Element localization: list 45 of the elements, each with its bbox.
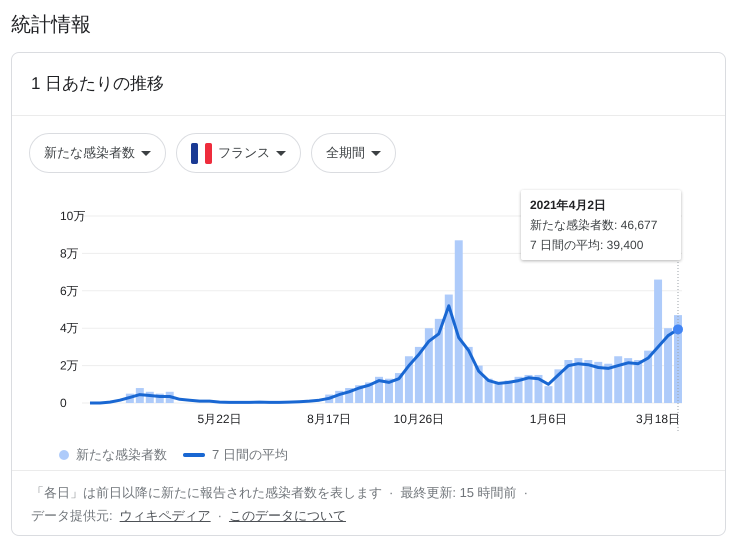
footer-text: データ提供元: bbox=[31, 507, 113, 525]
flag-icon bbox=[191, 142, 212, 164]
caret-icon bbox=[141, 150, 151, 156]
bar bbox=[624, 358, 632, 403]
page-title: 統計情報 bbox=[11, 13, 92, 38]
tooltip: 2021年4月2日 新たな感染者数: 46,677 7 日間の平均: 39,400 bbox=[521, 190, 681, 260]
axis-label: 10万 bbox=[60, 209, 86, 223]
footer-link[interactable]: このデータについて bbox=[228, 504, 346, 527]
bar bbox=[404, 356, 413, 403]
axis-label: 2万 bbox=[60, 358, 79, 373]
filter-dropdown[interactable]: 全期間 bbox=[311, 133, 396, 173]
axis-label: 8月17日 bbox=[307, 412, 352, 426]
filter-dropdown[interactable]: 新たな感染者数 bbox=[29, 133, 166, 173]
axis-label: 0 bbox=[60, 396, 67, 410]
axis-label: 4万 bbox=[60, 321, 79, 336]
filter-dropdown[interactable]: フランス bbox=[176, 133, 301, 173]
legend-label: 新たな感染者数 bbox=[76, 446, 167, 464]
bar bbox=[614, 356, 622, 403]
separator-dot: · bbox=[218, 507, 222, 525]
axis-label: 8万 bbox=[60, 246, 79, 260]
card-title: 1 日あたりの推移 bbox=[30, 73, 166, 95]
data-point bbox=[673, 324, 683, 334]
bar bbox=[634, 360, 642, 403]
bar bbox=[564, 360, 572, 403]
footer-link[interactable]: ウィキペディア bbox=[120, 504, 211, 527]
footer-text: 「各日」は前日以降に新たに報告された感染者数を表します bbox=[31, 484, 382, 502]
axis-label: 1月6日 bbox=[530, 412, 568, 426]
bar bbox=[414, 346, 423, 403]
bar bbox=[574, 358, 582, 403]
bar bbox=[544, 386, 552, 403]
axis-label: 5月22日 bbox=[198, 412, 242, 426]
separator-dot: · bbox=[389, 484, 394, 502]
bar bbox=[594, 362, 602, 403]
axis-label: 6万 bbox=[60, 284, 79, 298]
bar bbox=[464, 346, 473, 403]
bar bbox=[584, 360, 592, 403]
separator-dot: · bbox=[524, 484, 528, 502]
axis-label: 10月26日 bbox=[394, 412, 444, 426]
bar bbox=[644, 350, 652, 403]
caret-icon bbox=[371, 150, 381, 156]
footer-text: 最終更新: 15 時間前 bbox=[400, 484, 517, 502]
legend-label: 7 日間の平均 bbox=[212, 446, 288, 464]
bar bbox=[604, 364, 612, 403]
caret-icon bbox=[276, 150, 286, 156]
legend-dot-icon bbox=[59, 450, 69, 460]
